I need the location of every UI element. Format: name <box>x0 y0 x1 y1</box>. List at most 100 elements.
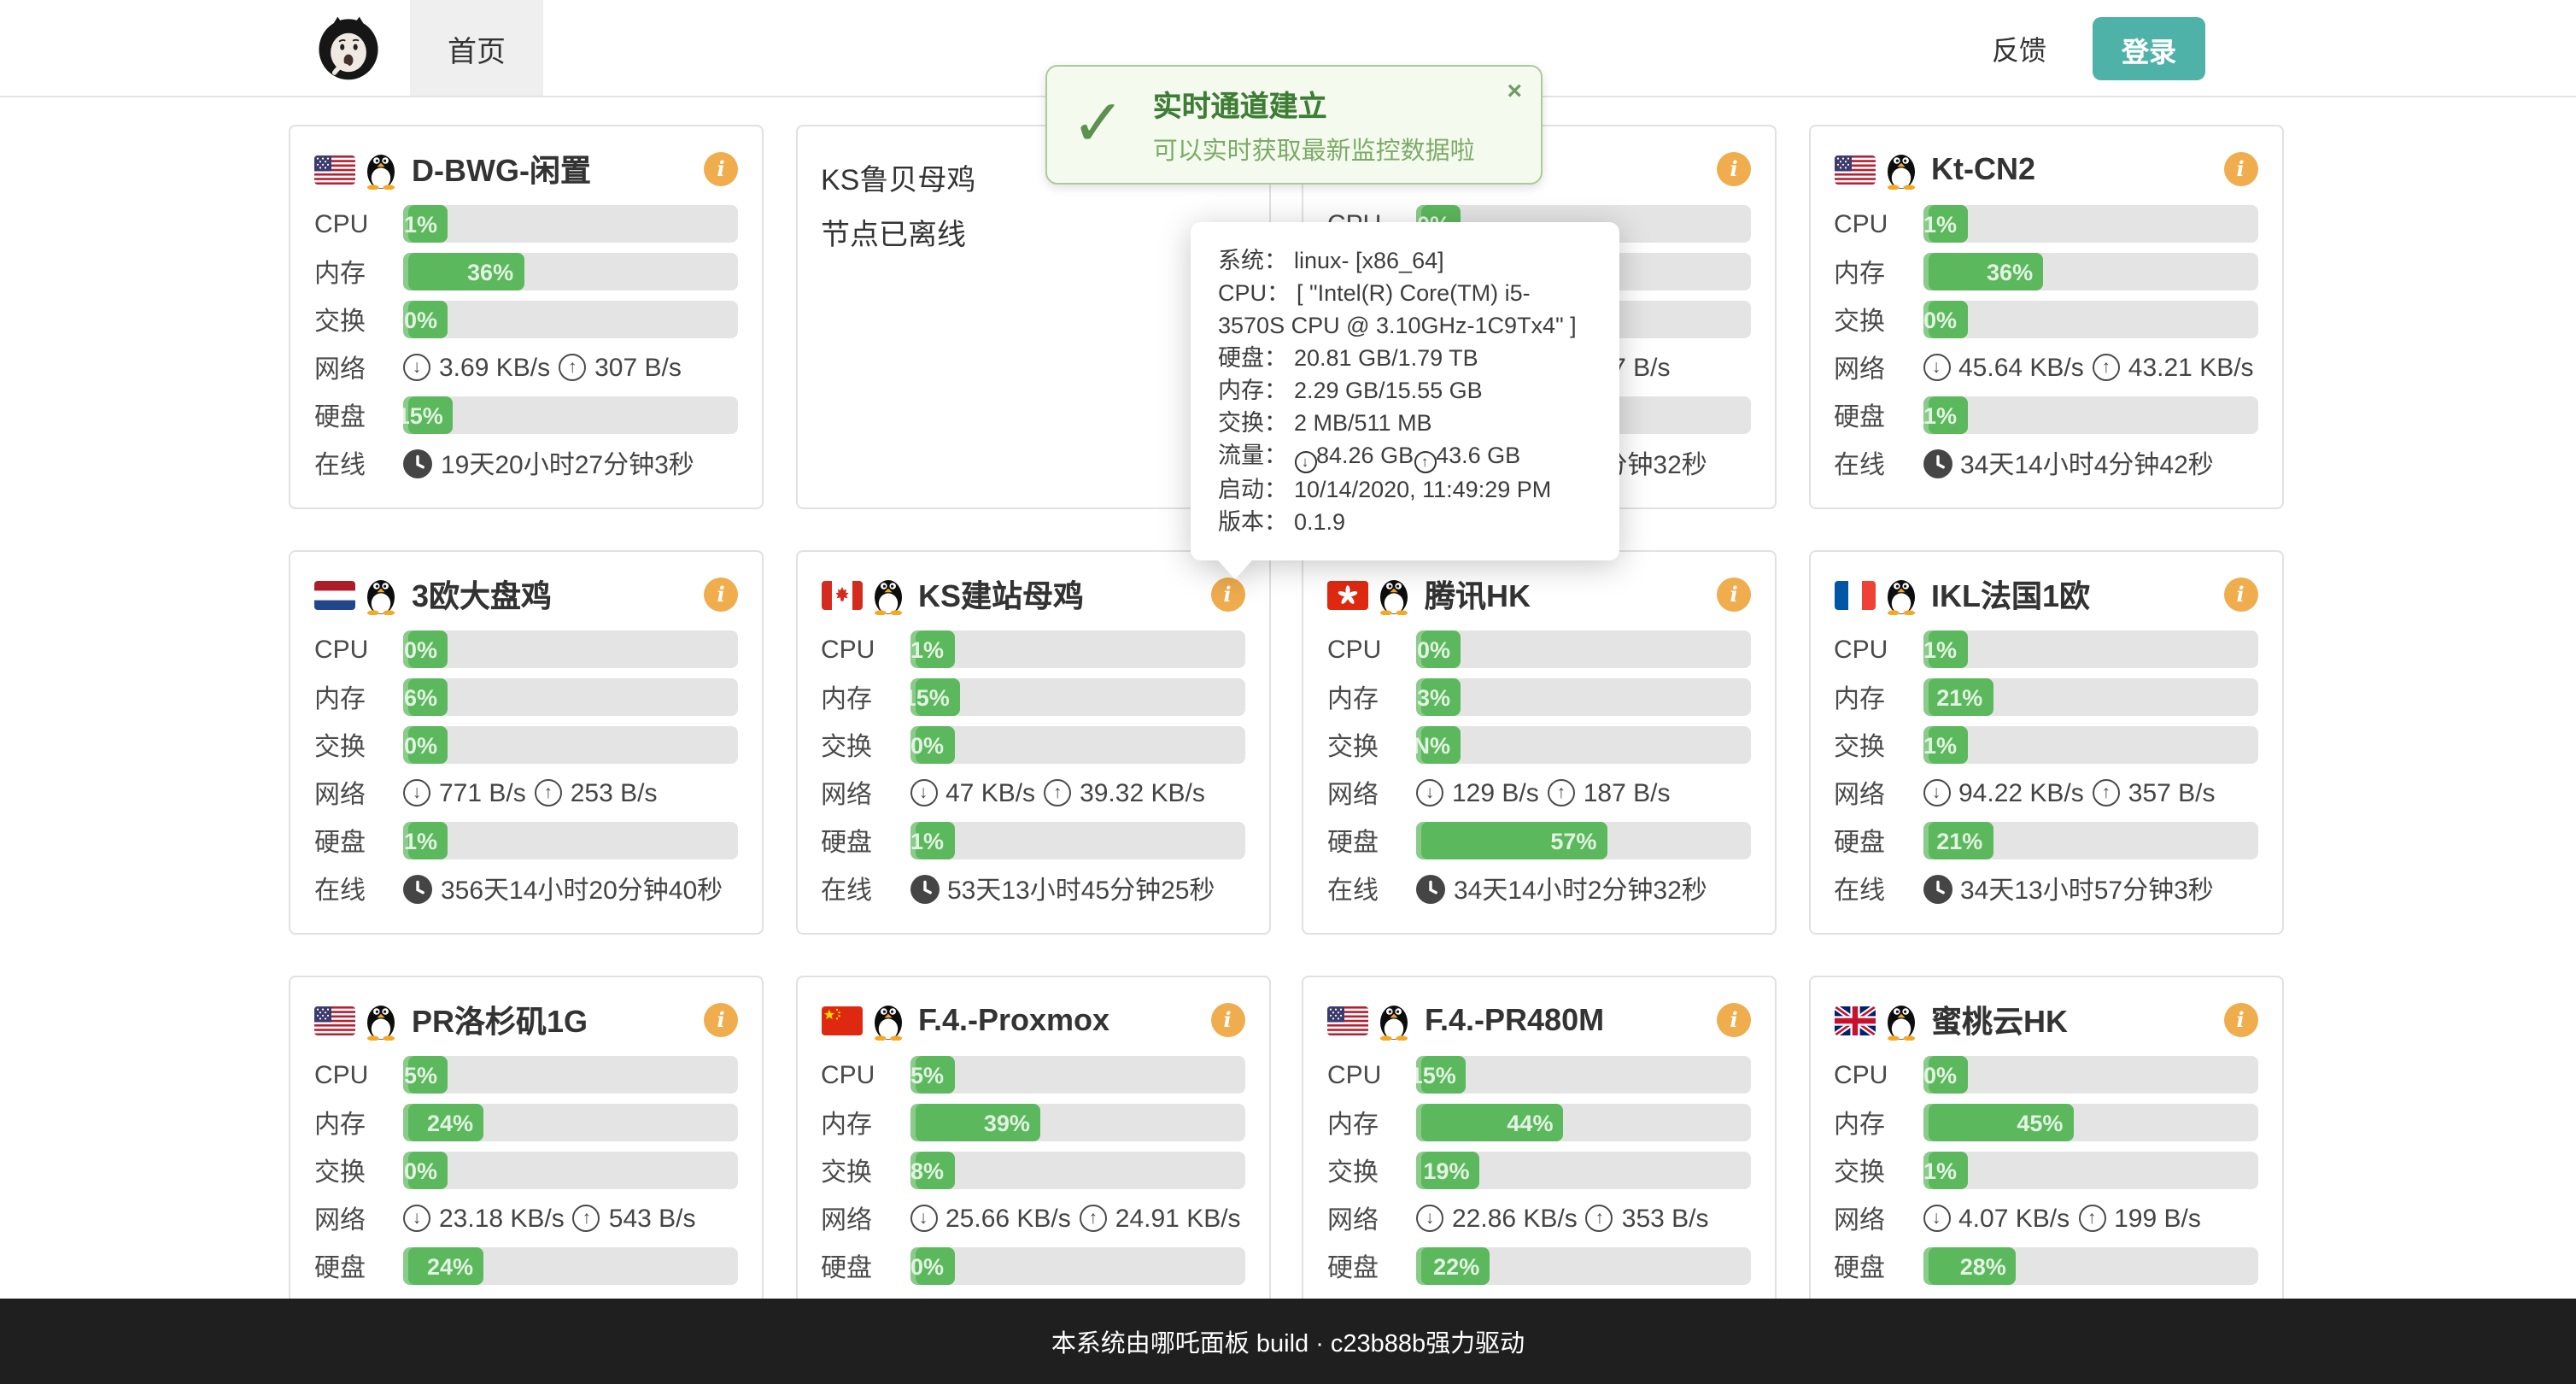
uptime-value: 34天13小时57分钟3秒 <box>1960 871 2214 906</box>
net-upload-value: 39.32 KB/s <box>1080 778 1205 807</box>
network-row: 网络 ↓ 94.22 KB/s ↑ 357 B/s <box>1834 774 2257 812</box>
net-download-value: 23.18 KB/s <box>439 1204 565 1233</box>
swap-bar: 0% <box>910 726 1244 764</box>
info-icon[interactable]: i <box>704 578 738 612</box>
net-download-value: 47 KB/s <box>946 778 1035 807</box>
cpu-bar: 5% <box>910 1056 1244 1094</box>
swap-row: 交换 19% <box>1327 1152 1751 1189</box>
net-download-value: 25.66 KB/s <box>946 1204 1071 1233</box>
swap-row: 交换 0% <box>314 1152 738 1189</box>
country-flag-icon <box>821 1006 862 1035</box>
net-upload-value: 24.91 KB/s <box>1115 1204 1241 1233</box>
swap-bar: 0% <box>403 301 738 338</box>
linux-os-icon <box>364 1000 398 1041</box>
memory-row: 内存 36% <box>314 253 738 290</box>
server-name: IKL法国1欧 <box>1931 572 2090 617</box>
swap-row: 交换 0% <box>1834 301 2257 338</box>
info-icon[interactable]: i <box>1717 578 1751 612</box>
memory-bar: 39% <box>910 1104 1244 1141</box>
download-arrow-icon: ↓ <box>1416 779 1443 806</box>
online-row: 在线 34天13小时57分钟3秒 <box>1834 870 2257 907</box>
download-arrow-icon: ↓ <box>910 1205 937 1232</box>
memory-row: 内存 21% <box>1834 678 2257 716</box>
server-info-tooltip: 系统：linux- [x86_64] CPU：[ "Intel(R) Core(… <box>1191 222 1619 560</box>
swap-row: 交换 0% <box>314 301 738 338</box>
cpu-row: CPU 1% <box>1834 205 2257 243</box>
cpu-row: CPU 5% <box>314 1056 738 1094</box>
linux-os-icon <box>1377 1000 1411 1041</box>
net-download-value: 45.64 KB/s <box>1958 353 2084 382</box>
footer-panel-link[interactable]: 哪吒面板 build · c23b88b <box>1150 1323 1426 1359</box>
login-button[interactable]: 登录 <box>2093 17 2205 80</box>
net-download-value: 94.22 KB/s <box>1958 778 2084 807</box>
cpu-bar: 5% <box>403 1056 738 1094</box>
net-upload-value: 353 B/s <box>1622 1204 1709 1233</box>
info-icon[interactable]: i <box>2223 1003 2257 1037</box>
uptime-value: 53天13小时45分钟25秒 <box>947 871 1215 906</box>
app-logo[interactable] <box>314 14 383 82</box>
tooltip-traffic-row: 流量：↓84.26 GB↑43.6 GB <box>1218 439 1592 473</box>
cpu-row: CPU 1% <box>314 205 738 243</box>
swap-bar: 1% <box>1923 1152 2257 1189</box>
country-flag-icon <box>821 580 862 609</box>
country-flag-icon <box>1834 1006 1875 1035</box>
network-row: 网络 ↓ 129 B/s ↑ 187 B/s <box>1327 774 1751 812</box>
cpu-bar: 1% <box>1923 630 2257 668</box>
tooltip-version-row: 版本：0.1.9 <box>1218 506 1592 538</box>
swap-row: 交换 0% <box>314 726 738 764</box>
country-flag-icon <box>1834 155 1875 184</box>
info-icon[interactable]: i <box>704 1003 738 1037</box>
upload-arrow-icon: ↑ <box>535 779 562 806</box>
cpu-bar: 0% <box>1416 630 1751 668</box>
download-arrow-icon: ↓ <box>1294 451 1316 473</box>
memory-bar: 44% <box>1416 1104 1751 1141</box>
info-icon[interactable]: i <box>704 152 738 186</box>
info-icon[interactable]: i <box>1717 152 1751 186</box>
upload-arrow-icon: ↑ <box>2078 1205 2105 1232</box>
tooltip-disk-row: 硬盘：20.81 GB/1.79 TB <box>1218 342 1592 374</box>
memory-bar: 15% <box>910 678 1244 716</box>
tab-home[interactable]: 首页 <box>410 0 543 96</box>
cpu-row: CPU 15% <box>1327 1056 1751 1094</box>
memory-bar: 45% <box>1923 1104 2257 1141</box>
online-row: 在线 19天20小时27分钟3秒 <box>314 444 738 482</box>
server-card: D-BWG-闲置 i CPU 1% 内存 36% 交换 0% 网络 ↓ 3.69… <box>289 125 764 509</box>
net-download-value: 3.69 KB/s <box>439 353 550 382</box>
linux-os-icon <box>1883 1000 1917 1041</box>
linux-os-icon <box>870 1000 905 1041</box>
disk-bar: 15% <box>403 396 738 434</box>
upload-arrow-icon: ↑ <box>1044 779 1071 806</box>
memory-bar: 24% <box>403 1104 738 1141</box>
clock-icon <box>403 874 432 903</box>
info-icon[interactable]: i <box>1717 1003 1751 1037</box>
info-icon[interactable]: i <box>2223 578 2257 612</box>
info-icon[interactable]: i <box>2223 152 2257 186</box>
memory-row: 内存 39% <box>821 1104 1244 1141</box>
uptime-value: 356天14小时20分钟40秒 <box>441 871 723 906</box>
swap-bar: 0% <box>403 1152 738 1189</box>
linux-os-icon <box>1377 574 1411 615</box>
swap-bar: 8% <box>910 1152 1244 1189</box>
memory-row: 内存 15% <box>821 678 1244 716</box>
info-icon[interactable]: i <box>1210 578 1244 612</box>
clock-icon <box>1923 449 1952 478</box>
server-name: D-BWG-闲置 <box>412 147 591 191</box>
disk-bar: 21% <box>1923 822 2257 859</box>
linux-os-icon <box>1883 149 1917 190</box>
net-download-value: 22.86 KB/s <box>1452 1204 1578 1233</box>
upload-arrow-icon: ↑ <box>2093 779 2120 806</box>
download-arrow-icon: ↓ <box>1923 354 1950 381</box>
net-upload-value: 307 B/s <box>594 353 682 382</box>
cpu-row: CPU 0% <box>314 630 738 668</box>
swap-row: 交换 8% <box>821 1152 1244 1189</box>
net-upload-value: 43.21 KB/s <box>2128 353 2254 382</box>
feedback-link[interactable]: 反馈 <box>1992 0 2046 96</box>
tooltip-system-row: 系统：linux- [x86_64] <box>1218 244 1592 277</box>
linux-os-icon <box>364 149 398 190</box>
info-icon[interactable]: i <box>1210 1003 1244 1037</box>
disk-row: 硬盘 1% <box>821 822 1244 859</box>
net-download-value: 4.07 KB/s <box>1958 1204 2070 1233</box>
server-card: KS建站母鸡 i CPU 1% 内存 15% 交换 0% 网络 ↓ 47 KB/… <box>795 550 1270 935</box>
close-icon[interactable]: × <box>1507 79 1522 104</box>
swap-row: 交换 1% <box>1834 1152 2257 1189</box>
